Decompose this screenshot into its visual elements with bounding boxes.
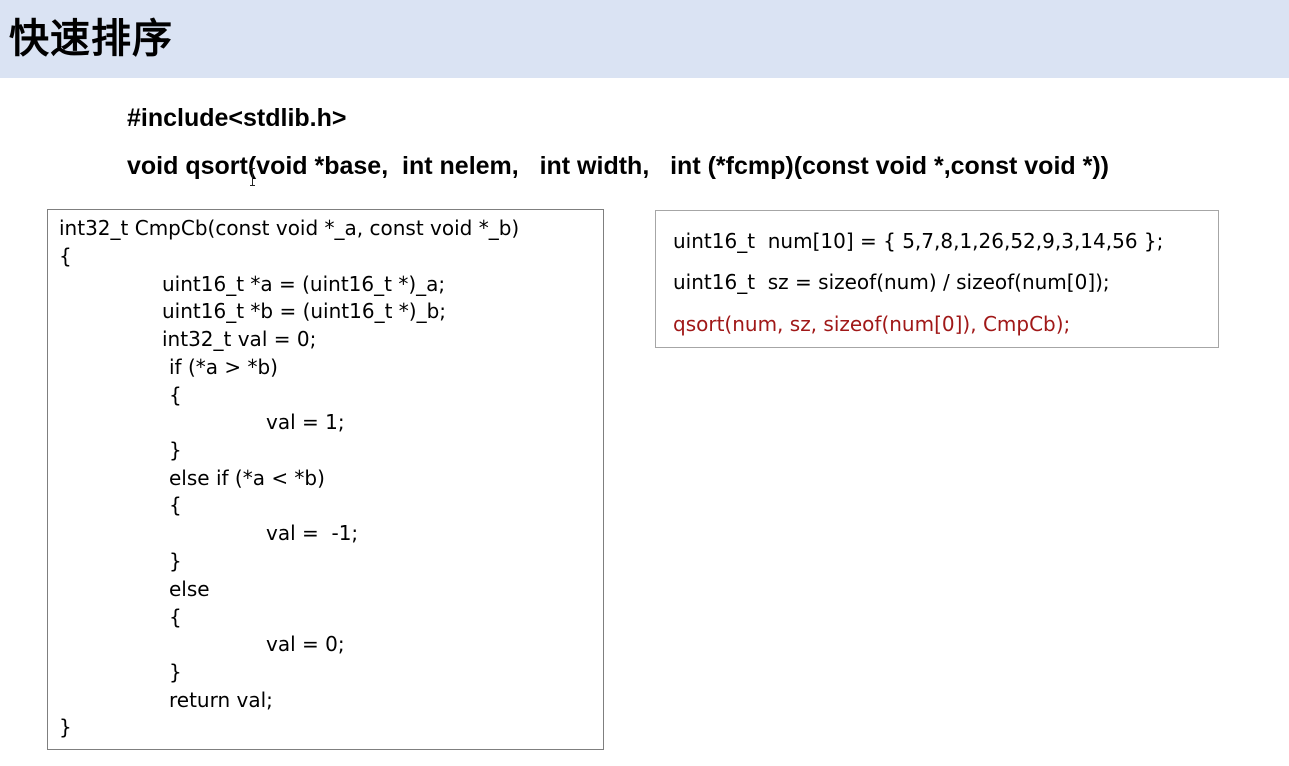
code-line: { (169, 383, 182, 407)
code-line: val = -1; (266, 521, 359, 545)
code-line: int32_t val = 0; (162, 327, 317, 351)
code-line: } (169, 660, 182, 684)
code-line: return val; (169, 688, 273, 712)
code-line: val = 0; (266, 632, 345, 656)
code-line: else (169, 577, 210, 601)
code-line: { (169, 493, 182, 517)
code-line: { (59, 244, 72, 268)
code-line: } (169, 438, 182, 462)
code-line: uint16_t *b = (uint16_t *)_b; (162, 299, 447, 323)
code-line: int32_t CmpCb(const void *_a, const void… (59, 216, 520, 240)
code-line: } (59, 715, 72, 739)
code-line-qsort-call: qsort(num, sz, sizeof(num[0]), CmpCb); (673, 312, 1071, 336)
qsort-signature: void qsort(void *base, int nelem, int wi… (127, 152, 1109, 180)
text-cursor-icon (250, 168, 255, 186)
code-line-array-declaration: uint16_t num[10] = { 5,7,8,1,26,52,9,3,1… (673, 229, 1164, 253)
slide-title-bar: 快速排序 (0, 0, 1289, 78)
code-line: uint16_t *a = (uint16_t *)_a; (162, 272, 446, 296)
slide-title: 快速排序 (9, 16, 173, 62)
code-line: { (169, 605, 182, 629)
code-line: else if (*a < *b) (169, 466, 325, 490)
code-line: val = 1; (266, 410, 345, 434)
compare-function-code-box: int32_t CmpCb(const void *_a, const void… (47, 209, 604, 750)
include-directive: #include<stdlib.h> (127, 104, 347, 132)
usage-example-code-box: uint16_t num[10] = { 5,7,8,1,26,52,9,3,1… (655, 210, 1219, 348)
code-line-size-computation: uint16_t sz = sizeof(num) / sizeof(num[0… (673, 270, 1110, 294)
code-line: if (*a > *b) (169, 355, 278, 379)
code-line: } (169, 549, 182, 573)
